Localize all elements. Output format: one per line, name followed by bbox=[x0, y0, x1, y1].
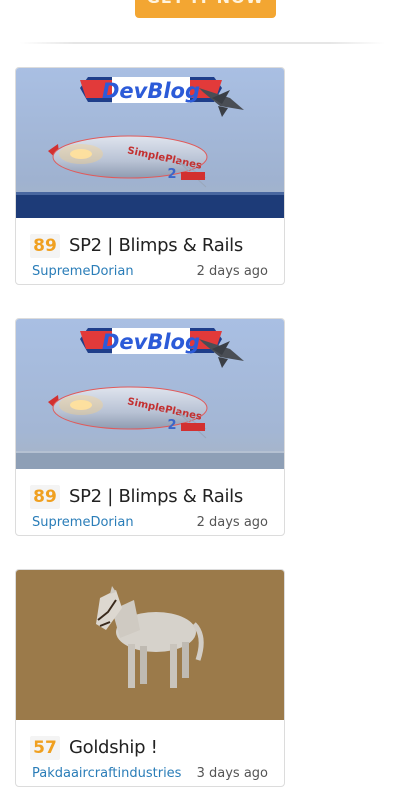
post-date: 2 days ago bbox=[196, 515, 268, 530]
devblog-banner-text: DevBlog bbox=[102, 79, 200, 103]
author-link[interactable]: SupremeDorian bbox=[32, 264, 134, 280]
divider bbox=[20, 42, 385, 44]
post-title[interactable]: SP2 | Blimps & Rails bbox=[69, 484, 243, 510]
post-thumbnail[interactable] bbox=[16, 570, 285, 720]
post-date: 2 days ago bbox=[196, 264, 268, 279]
post-date: 3 days ago bbox=[196, 766, 268, 781]
devblog-banner-text: DevBlog bbox=[102, 330, 200, 354]
author-link[interactable]: SupremeDorian bbox=[32, 515, 134, 531]
author-link[interactable]: Pakdaaircraftindustries bbox=[32, 766, 181, 782]
get-it-now-button[interactable]: GET IT NOW bbox=[135, 0, 276, 18]
blimp-number: 2 bbox=[167, 418, 176, 433]
blimp-number: 2 bbox=[167, 167, 176, 182]
post-card[interactable]: DevBlog SimplePlanes 2 89 SP2 | Blimps &… bbox=[15, 318, 285, 536]
post-title[interactable]: SP2 | Blimps & Rails bbox=[69, 233, 243, 259]
post-thumbnail[interactable]: DevBlog SimplePlanes 2 bbox=[16, 68, 285, 218]
post-thumbnail[interactable]: DevBlog SimplePlanes 2 bbox=[16, 319, 285, 469]
score-badge: 89 bbox=[30, 485, 60, 509]
score-badge: 57 bbox=[30, 736, 60, 760]
score-badge: 89 bbox=[30, 234, 60, 258]
post-card[interactable]: DevBlog SimplePlanes 2 89 SP2 | Blimps &… bbox=[15, 67, 285, 285]
post-title[interactable]: Goldship ! bbox=[69, 735, 158, 761]
post-card[interactable]: 57 Goldship ! Pakdaaircraftindustries 3 … bbox=[15, 569, 285, 787]
